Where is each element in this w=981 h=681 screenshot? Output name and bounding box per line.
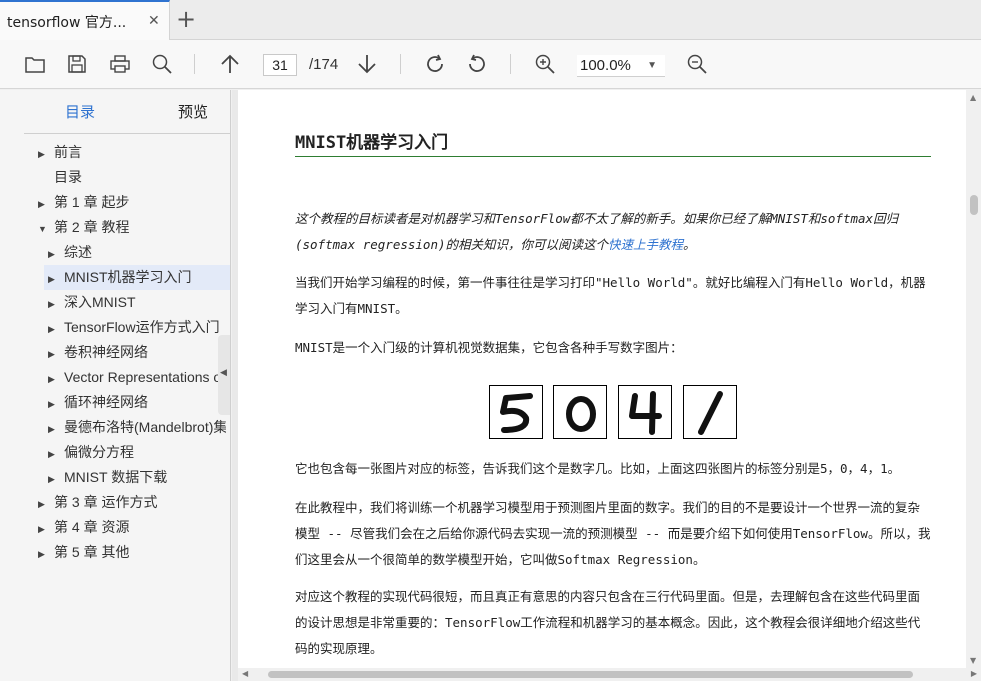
expand-arrow-icon[interactable]: ▶ bbox=[38, 142, 54, 165]
expand-arrow-icon[interactable]: ▶ bbox=[48, 267, 64, 290]
document-page: MNIST机器学习入门 这个教程的目标读者是对机器学习和TensorFlow都不… bbox=[238, 90, 966, 668]
sidebar-divider bbox=[24, 133, 230, 134]
arrow-up-icon[interactable] bbox=[219, 53, 241, 75]
expand-arrow-icon[interactable]: ▶ bbox=[48, 292, 64, 315]
zoom-value: 100.0% bbox=[580, 57, 631, 74]
paragraph-hello-world: 当我们开始学习编程的时候，第一件事往往是学习打印"Hello World"。就好… bbox=[295, 275, 926, 316]
vertical-scroll-thumb[interactable] bbox=[970, 195, 978, 215]
toc-item-chapter-5[interactable]: ▶ 第 5 章 其他 bbox=[38, 540, 218, 565]
toolbar: 31 /174 100.0% ▼ bbox=[0, 40, 981, 89]
zoom-out-icon[interactable] bbox=[686, 53, 708, 75]
expand-arrow-icon[interactable]: ▶ bbox=[48, 242, 64, 265]
paragraph-code: 对应这个教程的实现代码很短，而且真正有意思的内容只包含在三行代码里面。但是，去理… bbox=[295, 589, 921, 656]
collapse-arrow-icon[interactable]: ▼ bbox=[38, 217, 54, 240]
toc-item-tf-mechanics[interactable]: ▶ TensorFlow运作方式入门 bbox=[48, 315, 226, 340]
expand-arrow-icon[interactable]: ▶ bbox=[38, 542, 54, 565]
toc-item-overview[interactable]: ▶ 综述 bbox=[48, 240, 230, 265]
chevron-left-icon: ◀ bbox=[220, 368, 227, 378]
toc-item-contents[interactable]: 目录 bbox=[38, 165, 218, 190]
print-icon[interactable] bbox=[109, 53, 131, 75]
title-underline bbox=[295, 156, 931, 157]
chevron-down-icon: ▼ bbox=[647, 60, 657, 71]
tab-title: tensorflow 官方... bbox=[7, 15, 127, 31]
expand-arrow-icon[interactable]: ▶ bbox=[48, 392, 64, 415]
expand-arrow-icon[interactable]: ▶ bbox=[48, 342, 64, 365]
expand-arrow-icon[interactable]: ▶ bbox=[38, 517, 54, 540]
search-icon[interactable] bbox=[151, 53, 173, 75]
page-total: /174 bbox=[309, 56, 339, 73]
paragraph-goal: 在此教程中，我们将训练一个机器学习模型用于预测图片里面的数字。我们的目的不是要设… bbox=[295, 500, 931, 567]
horizontal-scrollbar[interactable]: ◀ ▶ bbox=[238, 668, 981, 681]
arrow-down-icon[interactable] bbox=[356, 53, 378, 75]
toc-item-word2vec[interactable]: ▶Vector Representations of Words bbox=[48, 365, 218, 390]
toolbar-separator bbox=[400, 54, 401, 74]
document-tab[interactable]: tensorflow 官方... ✕ bbox=[0, 0, 170, 40]
toc-item-cnn[interactable]: ▶ 卷积神经网络 bbox=[48, 340, 218, 365]
scroll-up-icon[interactable]: ▲ bbox=[970, 93, 976, 102]
toc-item-mnist-download[interactable]: ▶ MNIST 数据下载 bbox=[48, 465, 228, 490]
toc-item-pde[interactable]: ▶ 偏微分方程 bbox=[48, 440, 218, 465]
expand-arrow-icon[interactable]: ▶ bbox=[48, 442, 64, 465]
quickstart-link[interactable]: 快速上手教程 bbox=[608, 237, 683, 252]
expand-arrow-icon[interactable]: ▶ bbox=[38, 492, 54, 515]
expand-arrow-icon[interactable]: ▶ bbox=[48, 317, 64, 340]
scroll-down-icon[interactable]: ▼ bbox=[970, 656, 976, 665]
digit-image-5 bbox=[489, 385, 543, 439]
zoom-select[interactable]: 100.0% ▼ bbox=[577, 55, 665, 77]
digit-image-4 bbox=[618, 385, 672, 439]
horizontal-scroll-thumb[interactable] bbox=[268, 671, 913, 678]
tab-preview[interactable]: 预览 bbox=[178, 101, 208, 122]
toc-item-preface[interactable]: ▶ 前言 bbox=[38, 140, 218, 165]
rotate-clockwise-icon[interactable] bbox=[424, 53, 446, 75]
sidebar-collapse-handle[interactable]: ◀ bbox=[218, 335, 230, 415]
vertical-scrollbar[interactable]: ▲ ▼ bbox=[966, 90, 981, 668]
scroll-right-icon[interactable]: ▶ bbox=[971, 669, 977, 678]
tab-bar: tensorflow 官方... ✕ + bbox=[0, 0, 981, 40]
digit-image-1 bbox=[683, 385, 737, 439]
open-folder-icon[interactable] bbox=[24, 53, 46, 75]
page-title: MNIST机器学习入门 bbox=[295, 133, 449, 153]
toc-item-chapter-1[interactable]: ▶ 第 1 章 起步 bbox=[38, 190, 218, 215]
rotate-counterclockwise-icon[interactable] bbox=[466, 53, 488, 75]
sidebar: 目录 预览 ▶ 前言 目录 ▶ 第 1 章 起步 ▼ 第 2 章 教程 ▶ 综述 ▶ MN… bbox=[0, 90, 231, 681]
expand-arrow-icon[interactable]: ▶ bbox=[48, 467, 64, 490]
toolbar-separator bbox=[510, 54, 511, 74]
zoom-in-icon[interactable] bbox=[534, 53, 556, 75]
page-number-input[interactable]: 31 bbox=[263, 54, 297, 76]
toc-item-chapter-4[interactable]: ▶ 第 4 章 资源 bbox=[38, 515, 218, 540]
toc-item-mnist-intro[interactable]: ▶ MNIST机器学习入门 bbox=[44, 265, 230, 290]
save-icon[interactable] bbox=[66, 53, 88, 75]
paragraph-labels: 它也包含每一张图片对应的标签，告诉我们这个是数字几。比如，上面这四张图片的标签分… bbox=[295, 461, 901, 476]
toc-item-rnn[interactable]: ▶ 循环神经网络 bbox=[48, 390, 218, 415]
close-tab-icon[interactable]: ✕ bbox=[148, 13, 160, 29]
toolbar-separator bbox=[194, 54, 195, 74]
scroll-left-icon[interactable]: ◀ bbox=[242, 669, 248, 678]
intro-paragraph: 这个教程的目标读者是对机器学习和TensorFlow都不太了解的新手。如果你已经… bbox=[295, 211, 899, 252]
paragraph-mnist: MNIST是一个入门级的计算机视觉数据集，它包含各种手写数字图片： bbox=[295, 340, 683, 355]
digit-image-0 bbox=[553, 385, 607, 439]
toc-item-deep-mnist[interactable]: ▶ 深入MNIST bbox=[48, 290, 230, 315]
expand-arrow-icon[interactable]: ▶ bbox=[48, 367, 64, 390]
toc-item-mandelbrot[interactable]: ▶ 曼德布洛特(Mandelbrot)集合 bbox=[48, 415, 226, 440]
expand-arrow-icon[interactable]: ▶ bbox=[48, 417, 64, 440]
tab-outline[interactable]: 目录 bbox=[65, 101, 95, 122]
toc-item-chapter-3[interactable]: ▶ 第 3 章 运作方式 bbox=[38, 490, 218, 515]
document-viewer: MNIST机器学习入门 这个教程的目标读者是对机器学习和TensorFlow都不… bbox=[232, 90, 981, 681]
toc-item-chapter-2[interactable]: ▼ 第 2 章 教程 bbox=[38, 215, 218, 240]
expand-arrow-icon[interactable]: ▶ bbox=[38, 192, 54, 215]
new-tab-button[interactable]: + bbox=[176, 4, 196, 34]
